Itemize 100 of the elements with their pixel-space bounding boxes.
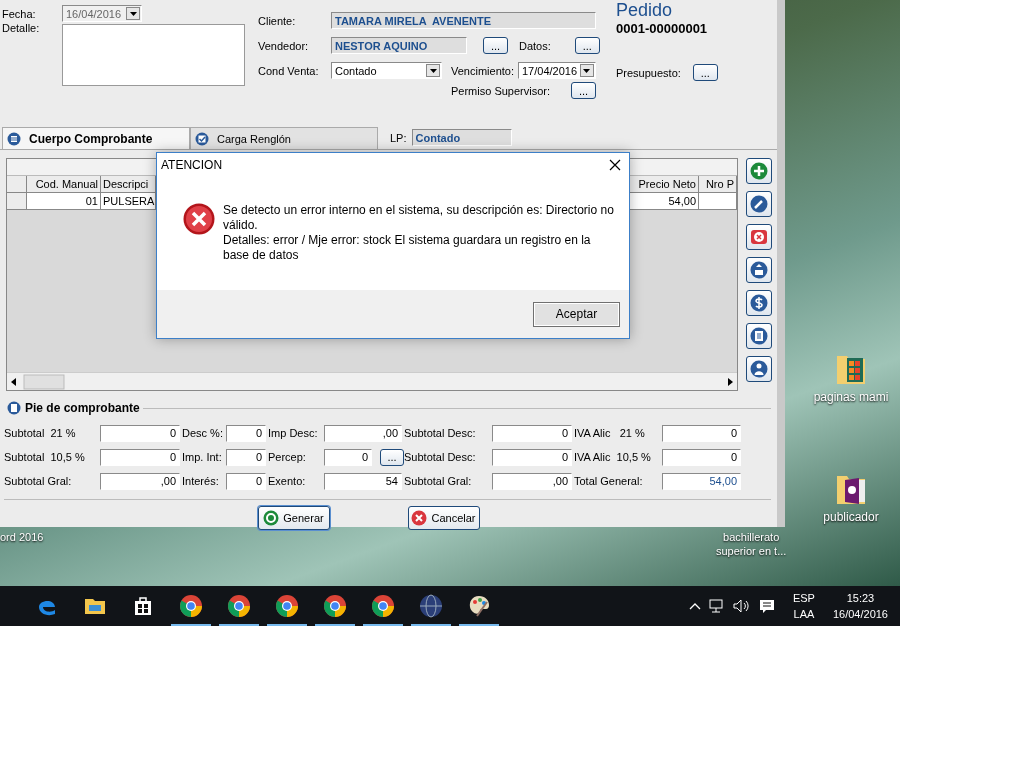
table-cell: 01 [27,193,101,210]
sale-condition-dropdown[interactable]: Contado [331,62,442,79]
field-label: Cond Venta: [258,64,320,77]
column-header[interactable]: Precio Neto [629,176,699,193]
field-label: Datos: [519,39,551,52]
field-label: Imp Desc: [268,427,319,439]
amount-field[interactable]: ,00 [492,472,572,490]
network-icon[interactable] [708,598,725,614]
document-button[interactable] [746,323,772,349]
browse-button[interactable]: ... [571,82,597,99]
column-header[interactable]: Nro P [699,176,737,193]
chrome-icon[interactable] [227,594,251,618]
desktop-icon-label[interactable]: bachillerato [716,530,787,544]
dropdown-arrow-icon [583,68,591,73]
browse-button[interactable]: ... [692,64,718,81]
clock-time[interactable]: 15:23 [846,590,875,606]
desktop-icon-label[interactable]: superior en t... [716,544,787,558]
field-label: Fecha: [2,7,37,20]
tab[interactable]: Cuerpo Comprobante [2,127,190,149]
table-cell: PULSERA [101,193,156,210]
list-icon [7,131,21,146]
browse-button[interactable]: ... [483,37,508,54]
field-label: Interés: [182,475,220,487]
language-indicator[interactable]: ESP LAA [792,590,815,622]
volume-icon[interactable] [732,598,751,614]
refresh-icon [263,510,280,526]
field-label: IVA Alic 10,5 % [574,451,652,463]
client-field[interactable]: TAMARA MIRELA AVENENTE [331,12,596,29]
field-label: Subtotal 21 % [4,427,77,439]
error-icon [183,203,215,235]
document-type: Pedido [616,0,674,21]
clock-date[interactable]: 16/04/2016 [832,606,888,622]
palette-icon[interactable] [467,594,491,618]
delete-icon [750,228,768,246]
add-button[interactable] [746,158,772,184]
field-label: Cliente: [258,14,297,27]
dollar-button[interactable] [746,290,772,316]
date-picker[interactable]: 17/04/2016 [518,62,596,79]
document-icon [7,401,21,415]
chrome-icon[interactable] [275,594,299,618]
field-label: Detalle: [2,22,41,34]
table-cell: 54,00 [629,193,699,210]
delete-button[interactable] [746,224,772,250]
amount-field[interactable]: ,00 [324,424,402,442]
amount-field[interactable]: 0 [492,448,572,466]
chrome-icon[interactable] [323,594,347,618]
add-icon [750,162,768,180]
chrome-icon[interactable] [371,594,395,618]
column-header[interactable]: Descripci [101,176,156,193]
amount-field[interactable]: 0 [662,424,741,442]
field-label: Percep: [268,451,307,463]
cancel-button[interactable]: Cancelar [407,506,480,530]
price-list-field[interactable]: Contado [411,129,512,146]
field-label: Desc %: [182,427,224,439]
notification-icon[interactable] [758,598,775,614]
chrome-icon[interactable] [179,594,203,618]
amount-field[interactable]: 0 [226,472,266,490]
amount-field[interactable]: 0 [100,448,180,466]
globe-icon[interactable] [419,594,443,618]
dropdown-arrow-icon [129,11,137,16]
field-label: Subtotal Gral: [4,475,73,487]
chevron-up-icon[interactable] [688,602,701,610]
amount-field[interactable]: 0 [324,448,373,466]
field-label: Subtotal Gral: [404,475,473,487]
upload-button[interactable] [746,257,772,283]
amount-field[interactable]: 0 [226,424,266,442]
pencil-icon [750,195,768,213]
accept-button[interactable]: Aceptar [533,301,620,327]
field-label: Vendedor: [258,39,310,52]
tab[interactable]: Carga Renglón [190,127,378,149]
field-label: IVA Alic 21 % [574,427,646,439]
dropdown-arrow-icon [429,68,437,73]
amount-field[interactable]: ,00 [100,472,180,490]
desktop-icon-label[interactable]: publicador [823,510,879,524]
person-button[interactable] [746,356,772,382]
column-header[interactable]: Cod. Manual [27,176,101,193]
seller-field[interactable]: NESTOR AQUINO [331,37,467,54]
generate-button[interactable]: Generar [257,506,330,530]
document-number: 0001-00000001 [616,21,709,36]
field-label: Subtotal Desc: [404,451,477,463]
upload-icon [750,261,768,279]
person-icon [750,360,768,378]
error-message: Se detecto un error interno en el sistema, su descripción es: Directorio no válido. [223,203,615,233]
field-label: Imp. Int: [182,451,223,463]
field-label: Presupuesto: [616,66,681,79]
field-label: Total General: [574,475,644,487]
detail-textarea[interactable] [62,24,245,86]
amount-field[interactable]: 0 [662,448,741,466]
amount-field[interactable]: 0 [226,448,266,466]
close-icon[interactable] [609,159,621,171]
cancel-icon [411,510,428,526]
amount-field[interactable]: 54 [324,472,402,490]
browse-button[interactable]: ... [574,37,600,54]
pencil-button[interactable] [746,191,772,217]
amount-field[interactable]: 54,00 [662,472,741,490]
dollar-icon [750,294,768,312]
amount-field[interactable]: 0 [492,424,572,442]
amount-field[interactable]: 0 [100,424,180,442]
dialog-title: ATENCION [161,158,223,172]
browse-button[interactable]: ... [380,448,404,466]
